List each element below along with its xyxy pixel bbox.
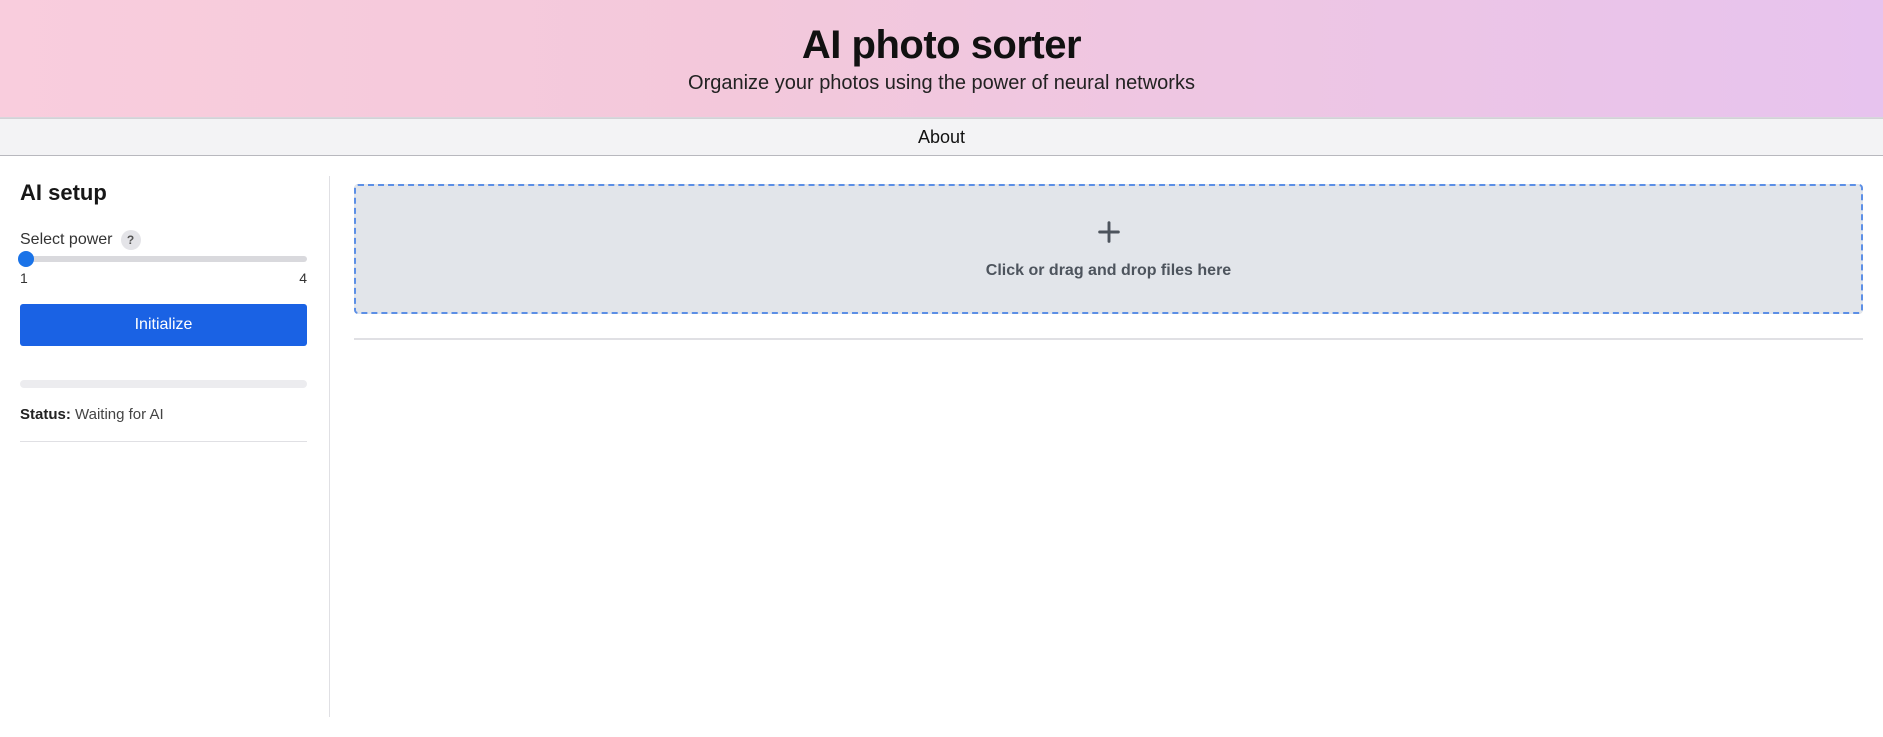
file-dropzone[interactable]: Click or drag and drop files here xyxy=(354,184,1863,314)
power-slider[interactable] xyxy=(20,256,307,262)
status-value: Waiting for AI xyxy=(75,406,164,423)
sidebar-heading: AI setup xyxy=(20,180,307,206)
slider-ticks: 1 4 xyxy=(20,270,307,286)
help-icon[interactable]: ? xyxy=(121,230,141,250)
plus-icon xyxy=(1095,218,1123,246)
content-area: AI setup Select power ? 1 4 Initialize S… xyxy=(0,156,1883,737)
slider-min: 1 xyxy=(20,270,28,286)
main-panel: Click or drag and drop files here xyxy=(330,176,1863,717)
slider-max: 4 xyxy=(299,270,307,286)
app-subtitle: Organize your photos using the power of … xyxy=(688,72,1195,95)
app-title: AI photo sorter xyxy=(802,23,1081,68)
status-label: Status: xyxy=(20,406,71,423)
sidebar: AI setup Select power ? 1 4 Initialize S… xyxy=(20,176,330,717)
divider xyxy=(354,338,1863,340)
power-label-row: Select power ? xyxy=(20,230,307,250)
hero-banner: AI photo sorter Organize your photos usi… xyxy=(0,0,1883,118)
power-label: Select power xyxy=(20,231,113,249)
nav-about-link[interactable]: About xyxy=(918,127,965,148)
nav-bar: About xyxy=(0,118,1883,156)
progress-bar xyxy=(20,380,307,388)
dropzone-text: Click or drag and drop files here xyxy=(986,262,1231,280)
slider-thumb[interactable] xyxy=(18,251,34,267)
initialize-button[interactable]: Initialize xyxy=(20,304,307,346)
status-row: Status: Waiting for AI xyxy=(20,406,307,442)
slider-track xyxy=(20,256,307,262)
